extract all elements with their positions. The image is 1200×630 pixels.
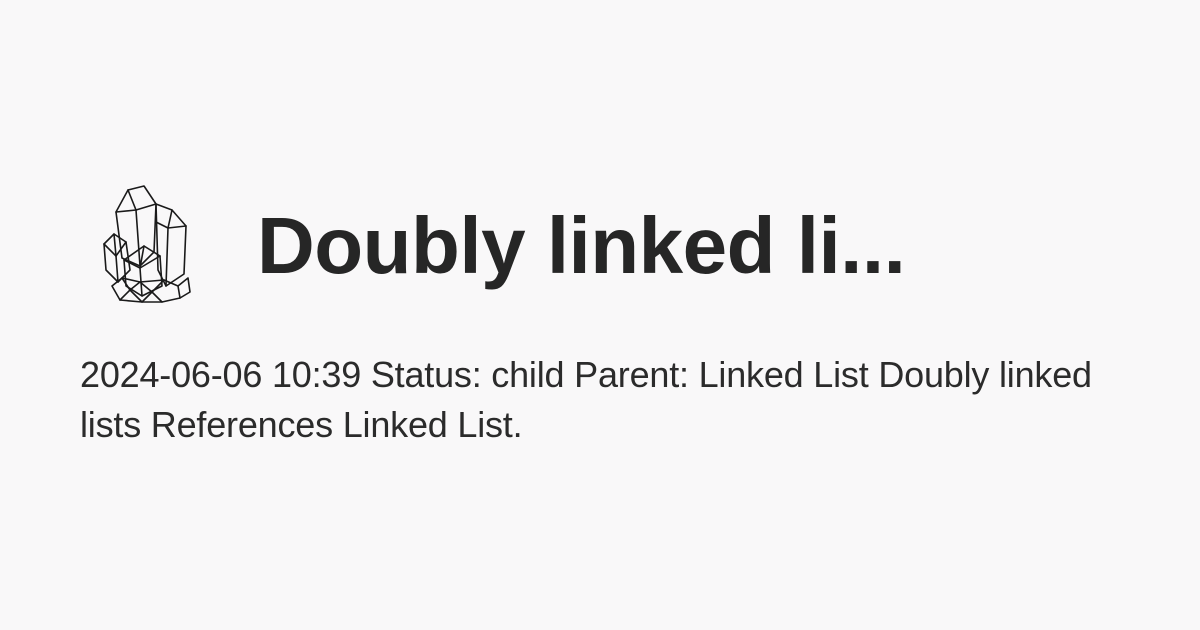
page-description: 2024-06-06 10:39 Status: child Parent: L… <box>80 354 1092 445</box>
preview-card: Doubly linked li... 2024-06-06 10:39 Sta… <box>0 0 1200 630</box>
page-title: Doubly linked li... <box>257 201 906 290</box>
crystal-cluster-icon <box>100 182 192 304</box>
card-header <box>100 180 192 305</box>
